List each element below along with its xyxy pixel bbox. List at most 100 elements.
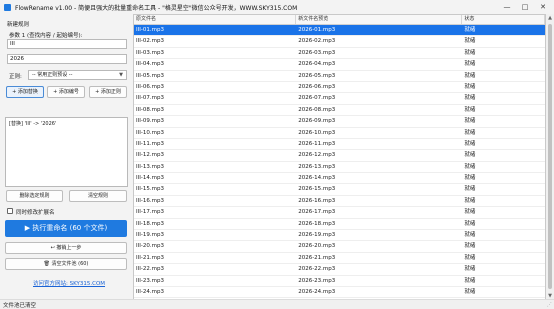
add-number-button[interactable]: + 添加编号: [47, 86, 85, 98]
cell-status: 就绪: [464, 209, 476, 216]
cell-original-name: III-20.mp3: [136, 243, 164, 250]
cell-original-name: III-19.mp3: [136, 232, 164, 239]
cell-original-name: III-12.mp3: [136, 152, 164, 159]
cell-new-name: 2026-12.mp3: [298, 152, 336, 159]
add-replace-button[interactable]: + 添加替换: [6, 86, 44, 98]
cell-original-name: III-09.mp3: [136, 118, 164, 125]
file-table[interactable]: 原文件名 新文件名预览 状态 III-01.mp3 2026-01.mp3 就绪 II…: [133, 14, 546, 300]
cell-status: 就绪: [464, 83, 476, 90]
cell-new-name: 2026-24.mp3: [298, 288, 336, 295]
cell-status: 就绪: [464, 243, 476, 250]
cell-original-name: III-13.mp3: [136, 163, 164, 170]
table-row[interactable]: III-09.mp3 2026-09.mp3 就绪: [134, 116, 545, 128]
column-header-status[interactable]: 状态: [462, 15, 545, 24]
cell-status: 就绪: [464, 175, 476, 182]
table-row[interactable]: III-12.mp3 2026-12.mp3 就绪: [134, 150, 545, 162]
cell-original-name: III-01.mp3: [136, 27, 164, 33]
table-row[interactable]: III-22.mp3 2026-22.mp3 就绪: [134, 264, 545, 276]
cell-new-name: 2026-08.mp3: [298, 106, 336, 113]
cell-new-name: 2026-10.mp3: [298, 129, 336, 136]
table-row[interactable]: III-10.mp3 2026-10.mp3 就绪: [134, 128, 545, 139]
table-row[interactable]: III-13.mp3 2026-13.mp3 就绪: [134, 162, 545, 174]
cell-original-name: III-22.mp3: [136, 266, 164, 273]
resize-grip-icon[interactable]: ⋰: [547, 302, 552, 308]
table-row[interactable]: III-24.mp3 2026-24.mp3 就绪: [134, 287, 545, 299]
cell-new-name: 2026-19.mp3: [298, 232, 336, 239]
regex-preset-select[interactable]: -- 常用正则预设 -- ▼: [28, 70, 127, 80]
cell-status: 就绪: [464, 277, 476, 284]
website-link[interactable]: 访问官方网站: SKY315.COM: [33, 279, 105, 287]
cell-original-name: III-14.mp3: [136, 175, 164, 182]
column-header-preview[interactable]: 新文件名预览: [296, 15, 463, 24]
cell-status: 就绪: [464, 61, 476, 68]
table-row[interactable]: III-19.mp3 2026-19.mp3 就绪: [134, 230, 545, 242]
status-text: 文件池已清空: [3, 303, 37, 309]
table-row[interactable]: III-23.mp3 2026-23.mp3 就绪: [134, 276, 545, 287]
table-row[interactable]: III-21.mp3 2026-21.mp3 就绪: [134, 253, 545, 265]
cell-status: 就绪: [464, 254, 476, 261]
cell-status: 就绪: [464, 197, 476, 204]
modify-extension-checkbox[interactable]: [7, 208, 13, 214]
table-scrollbar[interactable]: ▲ ▼: [546, 14, 554, 300]
cell-status: 就绪: [464, 38, 476, 45]
cell-status: 就绪: [464, 129, 476, 136]
rule-item[interactable]: [替换] 'III' -> '2026': [9, 120, 124, 127]
cell-status: 就绪: [464, 118, 476, 125]
cell-new-name: 2026-18.mp3: [298, 220, 336, 227]
cell-status: 就绪: [464, 49, 476, 56]
cell-original-name: III-17.mp3: [136, 209, 164, 216]
cell-original-name: III-24.mp3: [136, 288, 164, 295]
minimize-icon[interactable]: —: [498, 0, 516, 14]
cell-original-name: III-07.mp3: [136, 95, 164, 102]
table-row[interactable]: III-16.mp3 2026-16.mp3 就绪: [134, 196, 545, 208]
add-regex-button[interactable]: + 添加正则: [89, 86, 127, 98]
maximize-icon[interactable]: □: [516, 0, 534, 14]
table-row[interactable]: III-18.mp3 2026-18.mp3 就绪: [134, 219, 545, 231]
param2-input[interactable]: 2026: [7, 54, 127, 64]
cell-status: 就绪: [464, 288, 476, 295]
table-row[interactable]: III-02.mp3 2026-02.mp3 就绪: [134, 36, 545, 48]
window-title: FlowRename v1.00 - 简便且强大的批量重命名工具 - "格灵星空…: [15, 4, 298, 12]
cell-original-name: III-10.mp3: [136, 129, 164, 136]
cell-new-name: 2026-06.mp3: [298, 83, 336, 90]
clear-file-pool-button[interactable]: 🗑 清空文件池 (60): [5, 258, 127, 270]
table-row[interactable]: III-17.mp3 2026-17.mp3 就绪: [134, 207, 545, 219]
cell-status: 就绪: [464, 186, 476, 193]
cell-original-name: III-02.mp3: [136, 38, 164, 45]
table-row[interactable]: III-11.mp3 2026-11.mp3 就绪: [134, 139, 545, 151]
cell-original-name: III-06.mp3: [136, 83, 164, 90]
cell-original-name: III-03.mp3: [136, 49, 164, 56]
table-row[interactable]: III-08.mp3 2026-08.mp3 就绪: [134, 105, 545, 117]
undo-button[interactable]: ↩ 撤销上一步: [5, 242, 127, 254]
execute-rename-button[interactable]: ▶ 执行重命名 (60 个文件): [5, 220, 127, 237]
table-row[interactable]: III-07.mp3 2026-07.mp3 就绪: [134, 93, 545, 105]
table-row[interactable]: III-15.mp3 2026-15.mp3 就绪: [134, 184, 545, 196]
table-row[interactable]: III-14.mp3 2026-14.mp3 就绪: [134, 173, 545, 185]
close-icon[interactable]: ✕: [534, 0, 552, 14]
table-body: III-01.mp3 2026-01.mp3 就绪 III-02.mp3 2026-02…: [134, 25, 545, 299]
cell-status: 就绪: [464, 27, 476, 33]
table-row[interactable]: III-05.mp3 2026-05.mp3 就绪: [134, 71, 545, 82]
column-header-original[interactable]: 原文件名: [134, 15, 297, 24]
table-row[interactable]: III-20.mp3 2026-20.mp3 就绪: [134, 241, 545, 253]
table-row[interactable]: III-01.mp3 2026-01.mp3 就绪: [134, 25, 545, 37]
cell-status: 就绪: [464, 266, 476, 273]
table-row[interactable]: III-03.mp3 2026-03.mp3 就绪: [134, 48, 545, 60]
cell-original-name: III-04.mp3: [136, 61, 164, 68]
cell-original-name: III-15.mp3: [136, 186, 164, 193]
param1-input[interactable]: III: [7, 39, 127, 49]
cell-new-name: 2026-11.mp3: [298, 140, 336, 147]
modify-extension-label: 同时修改扩展名: [16, 210, 55, 216]
cell-new-name: 2026-21.mp3: [298, 254, 336, 261]
table-row[interactable]: III-06.mp3 2026-06.mp3 就绪: [134, 82, 545, 94]
rules-list[interactable]: [替换] 'III' -> '2026': [5, 117, 128, 187]
cell-status: 就绪: [464, 140, 476, 147]
scrollbar-thumb[interactable]: [548, 24, 552, 289]
cell-original-name: III-16.mp3: [136, 197, 164, 204]
scroll-up-icon[interactable]: ▲: [546, 14, 554, 22]
table-header: 原文件名 新文件名预览 状态: [134, 15, 545, 25]
delete-rule-button[interactable]: 删除选定规则: [6, 190, 63, 202]
clear-rules-button[interactable]: 清空规则: [69, 190, 127, 202]
cell-status: 就绪: [464, 232, 476, 239]
table-row[interactable]: III-04.mp3 2026-04.mp3 就绪: [134, 59, 545, 71]
